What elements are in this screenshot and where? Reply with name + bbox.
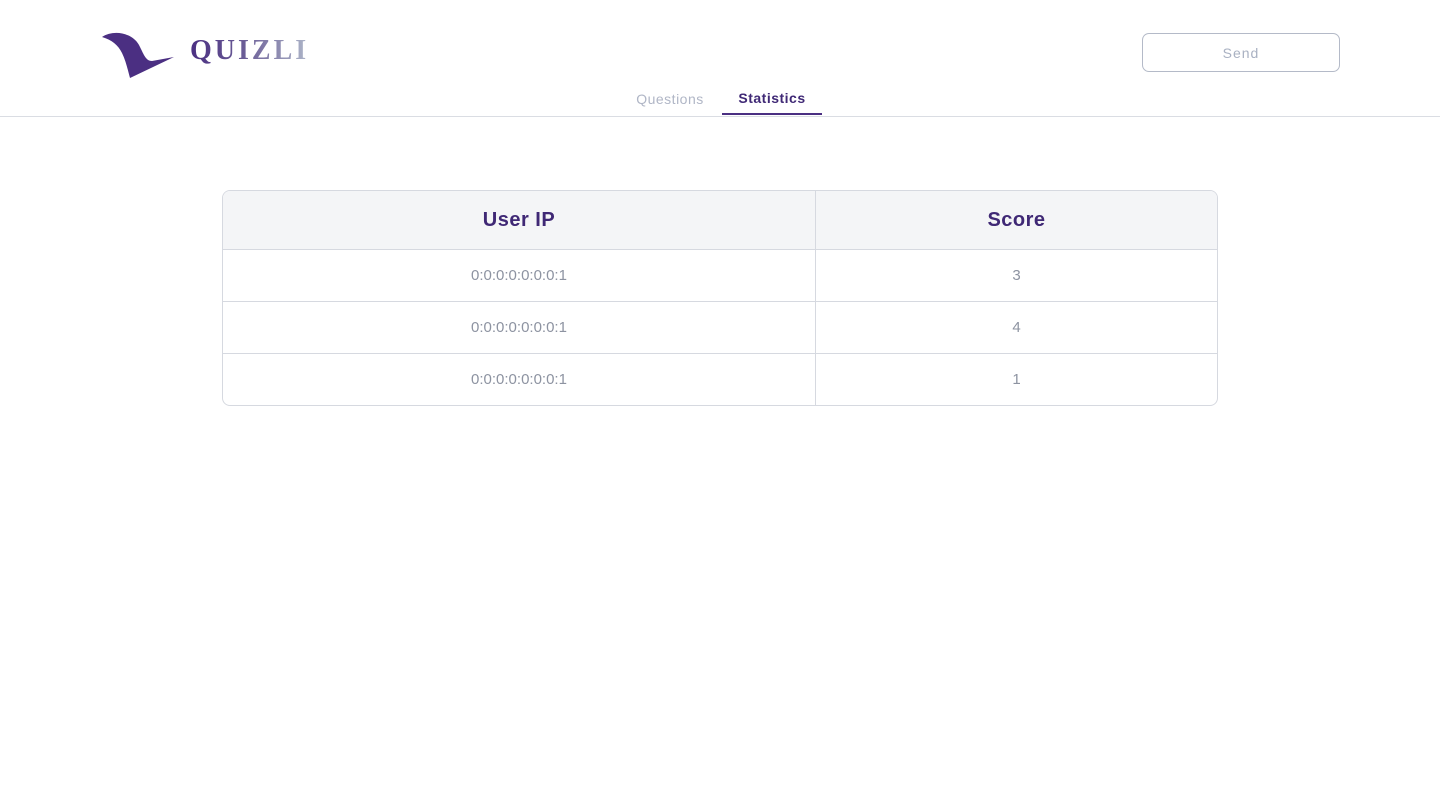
- logo-link[interactable]: QUIZLI: [100, 30, 309, 80]
- score-cell: 3: [815, 249, 1217, 302]
- user-ip-cell: 0:0:0:0:0:0:0:1: [223, 301, 816, 354]
- header: QUIZLI Send Questions Statistics: [0, 0, 1440, 117]
- column-header-user-ip: User IP: [223, 191, 816, 250]
- score-cell: 1: [1012, 371, 1021, 388]
- user-ip-cell: 0:0:0:0:0:0:0:1: [223, 249, 816, 302]
- tab-statistics[interactable]: Statistics: [722, 81, 822, 115]
- statistics-table: User IP Score 0:0:0:0:0:0:0:1 3 0:0:0:0:…: [222, 190, 1218, 406]
- send-button[interactable]: Send: [1142, 33, 1340, 72]
- tab-bar: Questions Statistics: [618, 82, 822, 116]
- table-row: 0:0:0:0:0:0:0:1 1: [223, 353, 1217, 405]
- score-cell: 4: [815, 301, 1217, 354]
- user-ip-cell: 0:0:0:0:0:0:0:1: [223, 353, 816, 405]
- table-row: 0:0:0:0:0:0:0:1 4: [223, 301, 1217, 354]
- table-header-row: User IP Score: [223, 191, 1217, 250]
- bird-swoosh-icon: [102, 32, 174, 78]
- table-row: 0:0:0:0:0:0:0:1 3: [223, 249, 1217, 302]
- column-header-score: Score: [815, 191, 1217, 250]
- tab-questions[interactable]: Questions: [618, 82, 722, 116]
- brand-name: QUIZLI: [190, 35, 310, 66]
